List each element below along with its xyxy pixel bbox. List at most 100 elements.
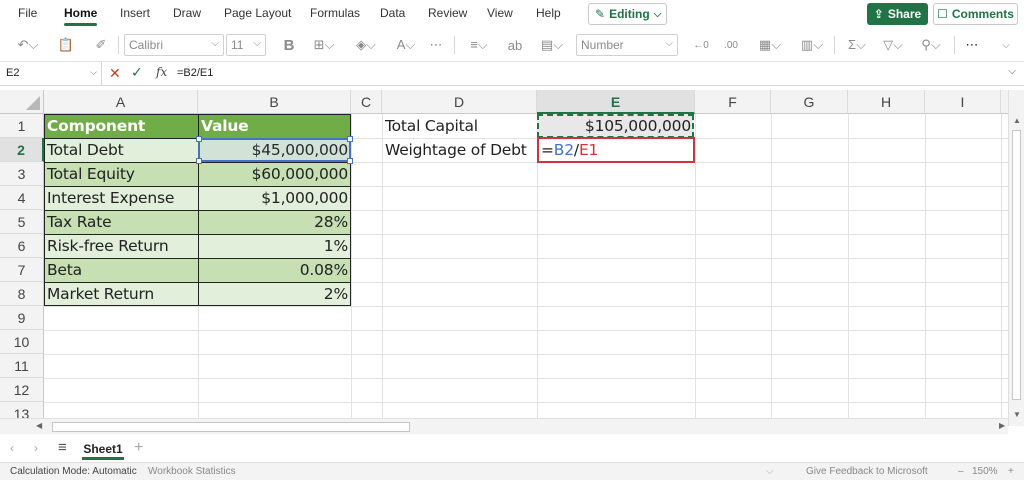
undo-icon[interactable]: ↶⌵	[14, 34, 42, 56]
cell-b5[interactable]: 28%	[198, 210, 351, 234]
all-sheets-menu-icon[interactable]: ≡	[58, 439, 67, 456]
more-options-icon[interactable]: ⋯	[962, 34, 982, 56]
editing-mode-button[interactable]: ✎ Editing ⌵	[588, 3, 667, 25]
row-header-1[interactable]: 1	[0, 114, 44, 138]
find-icon[interactable]: ⚲⌵	[916, 34, 946, 56]
comments-button[interactable]: ☐ Comments	[933, 3, 1018, 25]
feedback-link[interactable]: Give Feedback to Microsoft	[806, 466, 928, 477]
cell-a4[interactable]: Interest Expense	[44, 186, 198, 210]
cell-a7[interactable]: Beta	[44, 258, 198, 282]
name-box[interactable]: E2 ⌵	[0, 62, 102, 85]
horizontal-scrollbar[interactable]: ◀ ▶	[0, 418, 1008, 434]
workbook-statistics[interactable]: Workbook Statistics	[148, 466, 236, 477]
cell-e1[interactable]: $105,000,000	[537, 114, 694, 138]
row-header-3[interactable]: 3	[0, 162, 44, 186]
number-format-select[interactable]: Number ⌵	[576, 34, 678, 56]
scroll-left-icon[interactable]: ◀	[36, 421, 42, 430]
chevron-down-icon[interactable]: ⌵	[766, 466, 774, 477]
cell-a6[interactable]: Risk-free Return	[44, 234, 198, 258]
autosum-icon[interactable]: Σ⌵	[842, 34, 872, 56]
borders-icon[interactable]: ⊞⌵	[308, 34, 340, 56]
menu-file[interactable]: File	[18, 0, 37, 28]
add-sheet-icon[interactable]: +	[134, 439, 143, 457]
more-font-icon[interactable]: ⋯	[426, 34, 446, 56]
column-header-i[interactable]: I	[925, 90, 1001, 114]
menu-help[interactable]: Help	[536, 0, 561, 28]
formula-input[interactable]: =B2/E1	[177, 67, 213, 79]
row-header-9[interactable]: 9	[0, 306, 44, 330]
cell-d1[interactable]: Total Capital	[382, 114, 537, 138]
menu-home[interactable]: Home	[64, 0, 98, 28]
cell-b3[interactable]: $60,000,000	[198, 162, 351, 186]
column-header-c[interactable]: C	[351, 90, 382, 114]
menu-data[interactable]: Data	[380, 0, 405, 28]
menu-draw[interactable]: Draw	[173, 0, 201, 28]
menu-view[interactable]: View	[487, 0, 513, 28]
row-header-11[interactable]: 11	[0, 354, 44, 378]
decrease-decimal-icon[interactable]: .00	[720, 34, 742, 56]
check-icon[interactable]: ✓	[131, 64, 143, 81]
insert-function-icon[interactable]: fx	[156, 65, 167, 79]
cell-b8[interactable]: 2%	[198, 282, 351, 306]
row-header-2[interactable]: 2	[0, 138, 44, 162]
fill-color-icon[interactable]: ◈⌵	[350, 34, 382, 56]
menu-page-layout[interactable]: Page Layout	[224, 0, 291, 28]
share-button[interactable]: ⇪ Share	[867, 3, 928, 25]
cell-d2[interactable]: Weightage of Debt	[382, 138, 537, 162]
font-name-select[interactable]: Calibri ⌵	[124, 34, 224, 56]
zoom-in-button[interactable]: +	[1008, 466, 1014, 477]
row-header-6[interactable]: 6	[0, 234, 44, 258]
previous-sheet-icon[interactable]: ‹	[10, 441, 14, 455]
font-size-select[interactable]: 11 ⌵	[226, 34, 266, 56]
wrap-text-icon[interactable]: ab	[504, 34, 526, 56]
bold-icon[interactable]: B	[280, 34, 298, 56]
column-header-g[interactable]: G	[771, 90, 848, 114]
clipboard-icon[interactable]: 📋	[52, 34, 80, 56]
column-header-h[interactable]: H	[848, 90, 925, 114]
resize-handle[interactable]	[347, 158, 353, 164]
zoom-out-button[interactable]: –	[958, 466, 964, 477]
chevron-down-icon[interactable]: ⌵	[1008, 66, 1016, 77]
row-header-12[interactable]: 12	[0, 378, 44, 402]
cell-b7[interactable]: 0.08%	[198, 258, 351, 282]
cell-b1[interactable]: Value	[198, 114, 351, 138]
conditional-format-icon[interactable]: ▦⌵	[754, 34, 786, 56]
horizontal-scroll-thumb[interactable]	[52, 422, 410, 432]
row-header-10[interactable]: 10	[0, 330, 44, 354]
cancel-icon[interactable]: ✕	[109, 65, 121, 82]
chevron-down-icon[interactable]: ⌵	[998, 34, 1014, 56]
next-sheet-icon[interactable]: ›	[34, 441, 38, 455]
resize-handle[interactable]	[196, 136, 202, 142]
select-all-button[interactable]	[0, 90, 44, 114]
increase-decimal-icon[interactable]: ←0	[690, 34, 712, 56]
cell-a3[interactable]: Total Equity	[44, 162, 198, 186]
row-header-7[interactable]: 7	[0, 258, 44, 282]
format-painter-icon[interactable]: ✐	[90, 34, 112, 56]
cell-a5[interactable]: Tax Rate	[44, 210, 198, 234]
cell-b4[interactable]: $1,000,000	[198, 186, 351, 210]
resize-handle[interactable]	[347, 136, 353, 142]
sheet-tab-sheet1[interactable]: Sheet1	[82, 438, 124, 460]
vertical-scrollbar[interactable]: ▲ ▼	[1008, 90, 1024, 426]
cell-e2-formula[interactable]: =B2/E1	[538, 138, 688, 162]
menu-formulas[interactable]: Formulas	[310, 0, 360, 28]
calculation-mode[interactable]: Calculation Mode: Automatic	[10, 466, 137, 477]
row-header-4[interactable]: 4	[0, 186, 44, 210]
scroll-right-icon[interactable]: ▶	[999, 421, 1005, 430]
cell-a8[interactable]: Market Return	[44, 282, 198, 306]
column-header-e[interactable]: E	[537, 90, 695, 114]
column-header-d[interactable]: D	[382, 90, 537, 114]
menu-review[interactable]: Review	[428, 0, 467, 28]
scroll-up-icon[interactable]: ▲	[1013, 116, 1021, 125]
sort-filter-icon[interactable]: ▽⌵	[878, 34, 908, 56]
resize-handle[interactable]	[196, 158, 202, 164]
scroll-down-icon[interactable]: ▼	[1013, 410, 1021, 419]
menu-insert[interactable]: Insert	[120, 0, 150, 28]
cell-a2[interactable]: Total Debt	[44, 138, 198, 162]
column-header-partial[interactable]	[1001, 90, 1008, 114]
row-header-8[interactable]: 8	[0, 282, 44, 306]
zoom-level[interactable]: 150%	[972, 466, 998, 477]
column-header-a[interactable]: A	[44, 90, 198, 114]
row-header-13[interactable]: 13	[0, 402, 44, 418]
table-format-icon[interactable]: ▥⌵	[796, 34, 828, 56]
